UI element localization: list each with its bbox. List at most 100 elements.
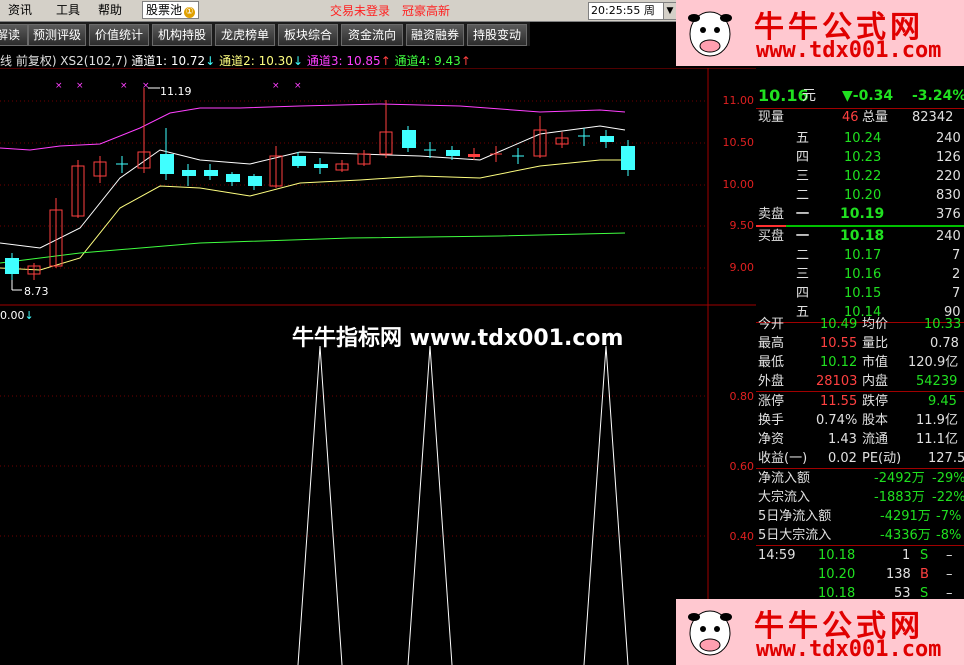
sub-axis-label: 0.80 xyxy=(729,390,755,403)
total-volume-label: 总量 xyxy=(862,110,889,125)
sub-axis-label: 0.40 xyxy=(729,530,755,543)
candlestick-chart[interactable]: × × × × × × xyxy=(0,68,756,306)
stock-pool-label: 股票池 xyxy=(146,3,183,17)
sub-axis-label: 0.60 xyxy=(729,460,755,473)
signal-marker: × xyxy=(294,81,302,91)
chevron-down-icon[interactable]: ▼ xyxy=(663,2,677,20)
candle-down xyxy=(204,170,218,176)
cow-logo-icon xyxy=(688,11,732,57)
flow-row: 大宗流入 -1883万 -22% xyxy=(758,490,964,505)
stat-row: 换手 0.74% 股本 11.9亿 xyxy=(758,413,958,428)
arrow-up-icon: ↑ xyxy=(380,54,391,68)
stat-row: 净资 1.43 流通 11.1亿 xyxy=(758,432,958,447)
stat-row: 涨停 11.55 跌停 9.45 xyxy=(758,394,957,409)
arrow-up-icon: ↑ xyxy=(460,54,471,68)
toolbar-button-forecast[interactable]: 预测评级 xyxy=(28,24,86,46)
toolbar-button-institutional[interactable]: 机构持股 xyxy=(152,24,212,46)
sub-indicator-title: 0.00↓ xyxy=(0,309,34,322)
ask-row: 二 10.20 830 xyxy=(796,188,961,203)
candle-down xyxy=(5,258,19,274)
toolbar-button-margin[interactable]: 融资融券 xyxy=(406,24,464,46)
center-watermark: 牛牛指标网 www.tdx001.com xyxy=(292,326,624,351)
ask-row: 四 10.23 126 xyxy=(796,150,961,165)
signal-marker: × xyxy=(76,81,84,91)
price-axis-label: 9.50 xyxy=(729,219,755,232)
ask-row: 五 10.24 240 xyxy=(796,131,961,146)
toolbar-button-capital-flow[interactable]: 资金流向 xyxy=(341,24,403,46)
menu-item-tools[interactable]: 工具 xyxy=(56,2,80,18)
channel-2-value: 通道2: 10.30 xyxy=(219,54,293,68)
flow-row: 5日大宗流入 -4336万 -8% xyxy=(758,528,962,543)
sub-indicator-chart[interactable] xyxy=(0,306,756,665)
current-volume: 46 xyxy=(842,110,859,125)
candle-down xyxy=(160,154,174,174)
function-toolbar: 解读 预测评级 价值统计 机构持股 龙虎榜单 板块综合 资金流向 融资融券 持股… xyxy=(0,22,530,46)
volume-row: 现量 46 总量 82342 xyxy=(756,108,964,127)
menu-tab-stock-pool[interactable]: 股票池 ① xyxy=(142,1,200,19)
flow-row: 净流入额 -2492万 -29% xyxy=(758,471,964,486)
stat-row: 今开 10.49 均价 10.33 xyxy=(758,317,962,332)
signal-spike xyxy=(407,345,453,665)
stock-pool-badge-icon: ① xyxy=(184,7,196,18)
watermark-url: www.tdx001.com xyxy=(756,637,942,662)
candle-down xyxy=(292,156,306,166)
toolbar-button-value-stats[interactable]: 价值统计 xyxy=(89,24,149,46)
flow-row: 5日净流入额 -4291万 -7% xyxy=(758,509,962,524)
price-axis-label: 11.00 xyxy=(722,94,755,107)
stock-alert-link[interactable]: 冠豪高新 xyxy=(402,2,450,19)
buy-label: 买盘 xyxy=(758,229,785,244)
toolbar-button-interpret[interactable]: 解读 xyxy=(0,24,28,46)
watermark-banner-bottom: 牛牛公式网 www.tdx001.com xyxy=(676,599,964,665)
sell-label: 卖盘 xyxy=(758,207,785,222)
signal-marker: × xyxy=(55,81,63,91)
arrow-down-icon: ↓ xyxy=(205,54,216,68)
stat-row: 最高 10.55 量比 0.78 xyxy=(758,336,959,351)
price-axis-label: 10.00 xyxy=(722,178,755,191)
tick-row: 10.20 138 B – xyxy=(818,567,953,582)
toolbar-button-dragon-tiger[interactable]: 龙虎榜单 xyxy=(215,24,275,46)
candle-down xyxy=(621,146,635,170)
bid-row: 二 10.17 7 xyxy=(796,248,961,263)
signal-marker: × xyxy=(272,81,280,91)
price-change-pct: -3.24% xyxy=(912,88,964,104)
price-axis-label: 10.50 xyxy=(722,136,755,149)
watermark-url: www.tdx001.com xyxy=(756,38,942,63)
clock-display: 20:25:55 周一 xyxy=(588,2,664,33)
watermark-banner-top: 牛牛公式网 www.tdx001.com xyxy=(676,0,964,66)
arrow-down-icon: ↓ xyxy=(292,54,304,68)
trade-login-status[interactable]: 交易未登录 xyxy=(330,2,390,19)
total-volume: 82342 xyxy=(912,110,954,125)
menu-item-news[interactable]: 资讯 xyxy=(8,2,32,18)
menu-item-help[interactable]: 帮助 xyxy=(98,2,122,18)
current-volume-label: 现量 xyxy=(758,110,785,125)
signal-spike xyxy=(297,345,343,665)
toolbar-button-sector[interactable]: 板块综合 xyxy=(278,24,338,46)
channel-1-value: 通道1: 10.72 xyxy=(131,54,206,68)
cow-logo-icon xyxy=(688,610,732,656)
candle-down xyxy=(314,164,328,168)
quote-panel: 10.16 元 ▼-0.34 -3.24% 现量 46 总量 82342 五 10… xyxy=(756,68,964,665)
candle-down xyxy=(226,174,240,182)
toolbar-button-holding-change[interactable]: 持股变动 xyxy=(467,24,527,46)
signal-marker: × xyxy=(120,81,128,91)
channel-4-value: 通道4: 9.43 xyxy=(394,54,461,68)
channel-4-line xyxy=(0,232,626,264)
signal-spike xyxy=(583,345,629,665)
price-axis-label: 9.00 xyxy=(729,261,755,274)
bid-row: 三 10.16 2 xyxy=(796,267,961,282)
price-unit: 元 xyxy=(802,88,816,104)
ask-row: 卖盘一 10.19 376 xyxy=(758,206,961,222)
price-change: ▼-0.34 xyxy=(842,88,894,104)
stat-row: 收益(一) 0.02 PE(动) 127.5 xyxy=(758,451,964,466)
candle-down xyxy=(600,136,614,142)
ask-row: 三 10.22 220 xyxy=(796,169,961,184)
stat-row: 外盘 28103 内盘 54239 xyxy=(758,374,958,389)
indicator-name: 线 前复权) XS2(102,7) xyxy=(0,54,128,68)
candle-down xyxy=(446,150,460,156)
stat-row: 最低 10.12 市值 120.9亿 xyxy=(758,355,959,370)
tick-row: 14:59 10.18 1 S – xyxy=(758,548,953,563)
candle-down xyxy=(182,170,196,176)
bid-row: 四 10.15 7 xyxy=(796,286,961,301)
price-summary: 10.16 元 ▼-0.34 -3.24% xyxy=(756,84,964,109)
candle-down xyxy=(248,176,262,186)
